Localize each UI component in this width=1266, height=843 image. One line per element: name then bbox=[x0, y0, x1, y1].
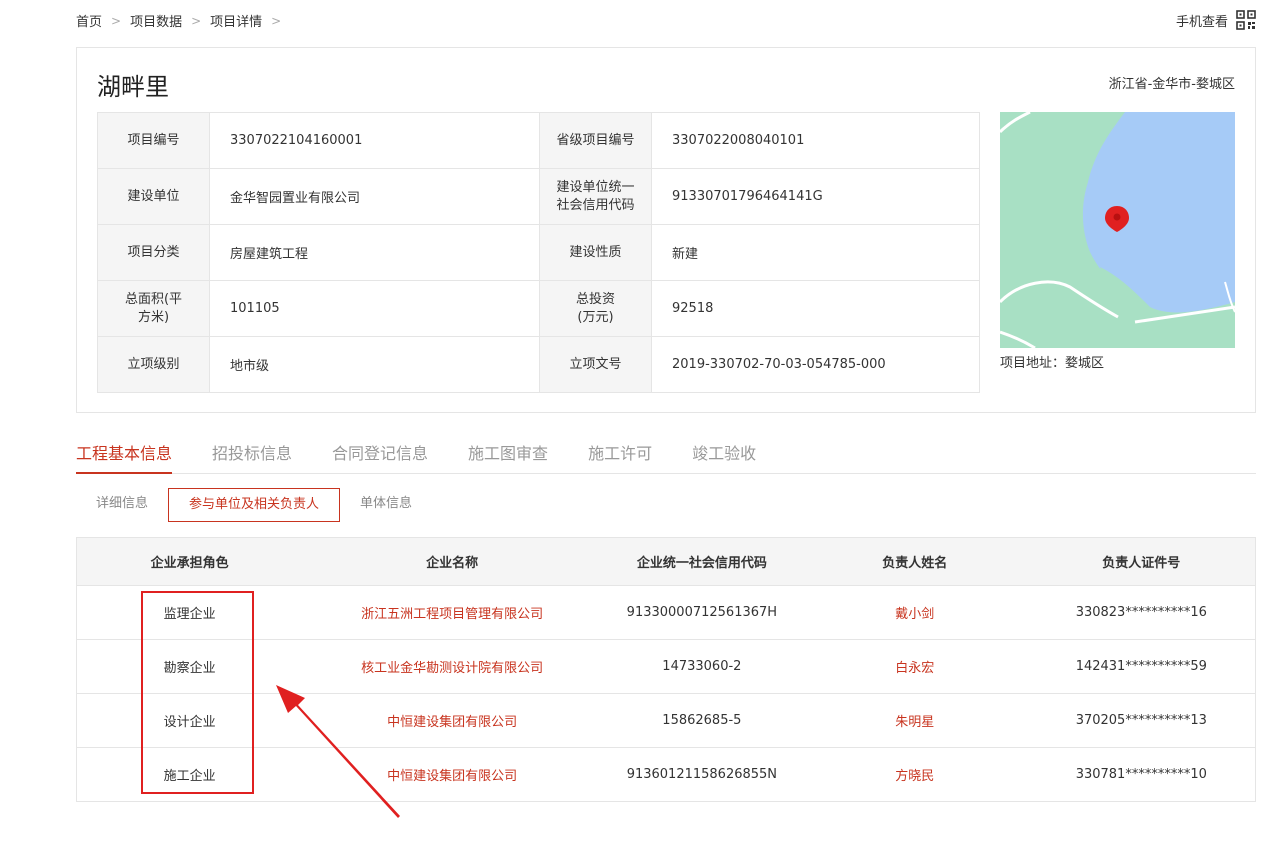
info-value: 地市级 bbox=[209, 336, 540, 393]
person-name-link[interactable]: 白永宏 bbox=[801, 639, 1028, 694]
info-label: 总面积(平方米) bbox=[97, 280, 210, 337]
column-header: 企业统一社会信用代码 bbox=[601, 537, 802, 586]
sub-tabs: 详细信息 参与单位及相关负责人 单体信息 bbox=[76, 488, 432, 522]
id-number-cell: 330823**********16 bbox=[1027, 585, 1256, 640]
credit-code-cell: 15862685-5 bbox=[601, 693, 802, 748]
info-value: 91330701796464141G bbox=[651, 168, 980, 225]
tab-construction-permit[interactable]: 施工许可 bbox=[588, 441, 652, 474]
subtab-unit-info[interactable]: 单体信息 bbox=[340, 488, 432, 522]
main-tabs: 工程基本信息 招投标信息 合同登记信息 施工图审查 施工许可 竣工验收 bbox=[76, 441, 1256, 474]
column-header: 企业承担角色 bbox=[76, 537, 303, 586]
info-value: 2019-330702-70-03-054785-000 bbox=[651, 336, 980, 393]
info-label: 建设性质 bbox=[539, 224, 652, 281]
info-label: 建设单位 bbox=[97, 168, 210, 225]
breadcrumb-project-data[interactable]: 项目数据 bbox=[130, 11, 182, 30]
info-label: 省级项目编号 bbox=[539, 112, 652, 169]
column-header: 负责人证件号 bbox=[1027, 537, 1256, 586]
breadcrumb-home[interactable]: 首页 bbox=[76, 11, 102, 30]
table-row: 施工企业 中恒建设集团有限公司 91360121158626855N 方晓民 3… bbox=[76, 747, 1256, 802]
company-name-link[interactable]: 中恒建设集团有限公司 bbox=[302, 747, 602, 802]
id-number-cell: 142431**********59 bbox=[1027, 639, 1256, 694]
participating-units-table: 企业承担角色 企业名称 企业统一社会信用代码 负责人姓名 负责人证件号 监理企业… bbox=[76, 537, 1256, 802]
chevron-right-icon: > bbox=[271, 13, 282, 28]
person-name-link[interactable]: 朱明星 bbox=[801, 693, 1028, 748]
info-row: 项目编号 3307022104160001 省级项目编号 33070220080… bbox=[97, 112, 980, 169]
info-label: 项目分类 bbox=[97, 224, 210, 281]
project-info-table: 项目编号 3307022104160001 省级项目编号 33070220080… bbox=[97, 112, 980, 393]
info-value: 金华智园置业有限公司 bbox=[209, 168, 540, 225]
info-row: 项目分类 房屋建筑工程 建设性质 新建 bbox=[97, 224, 980, 281]
info-value: 房屋建筑工程 bbox=[209, 224, 540, 281]
person-name-link[interactable]: 方晓民 bbox=[801, 747, 1028, 802]
credit-code-cell: 91360121158626855N bbox=[601, 747, 802, 802]
role-cell: 监理企业 bbox=[76, 585, 303, 640]
column-header: 负责人姓名 bbox=[801, 537, 1028, 586]
role-cell: 设计企业 bbox=[76, 693, 303, 748]
tab-basic-info[interactable]: 工程基本信息 bbox=[76, 441, 173, 474]
tab-bidding-info[interactable]: 招投标信息 bbox=[212, 441, 292, 474]
role-cell: 施工企业 bbox=[76, 747, 303, 802]
info-label: 建设单位统一社会信用代码 bbox=[539, 168, 652, 225]
info-label: 总投资(万元) bbox=[539, 280, 652, 337]
map-address: 项目地址：婺城区 bbox=[1000, 356, 1105, 371]
page-title: 湖畔里 bbox=[97, 73, 169, 101]
subtab-detail-info[interactable]: 详细信息 bbox=[76, 488, 168, 522]
info-value: 3307022008040101 bbox=[651, 112, 980, 169]
map-graphic bbox=[1000, 112, 1235, 348]
tab-drawing-review[interactable]: 施工图审查 bbox=[468, 441, 548, 474]
breadcrumb: 首页 > 项目数据 > 项目详情 > bbox=[76, 11, 290, 31]
info-value: 92518 bbox=[651, 280, 980, 337]
info-row: 总面积(平方米) 101105 总投资(万元) 92518 bbox=[97, 280, 980, 337]
breadcrumb-project-detail[interactable]: 项目详情 bbox=[210, 11, 262, 30]
info-value: 3307022104160001 bbox=[209, 112, 540, 169]
company-name-link[interactable]: 核工业金华勘测设计院有限公司 bbox=[302, 639, 602, 694]
project-region: 浙江省-金华市-婺城区 bbox=[1108, 77, 1235, 92]
id-number-cell: 330781**********10 bbox=[1027, 747, 1256, 802]
info-label: 立项级别 bbox=[97, 336, 210, 393]
info-value: 新建 bbox=[651, 224, 980, 281]
id-number-cell: 370205**********13 bbox=[1027, 693, 1256, 748]
credit-code-cell: 9133000071256136​7H bbox=[601, 585, 802, 640]
project-map[interactable] bbox=[1000, 112, 1235, 348]
info-row: 立项级别 地市级 立项文号 2019-330702-70-03-054785-0… bbox=[97, 336, 980, 393]
info-row: 建设单位 金华智园置业有限公司 建设单位统一社会信用代码 91330701796… bbox=[97, 168, 980, 225]
table-row: 监理企业 浙江五洲工程项目管理有限公司 9133000071256136​7H … bbox=[76, 585, 1256, 640]
chevron-right-icon: > bbox=[191, 13, 202, 28]
mobile-view-label: 手机查看 bbox=[1175, 14, 1228, 30]
chevron-right-icon: > bbox=[111, 13, 122, 28]
mobile-view-button[interactable]: 手机查看 bbox=[1176, 10, 1256, 30]
info-label: 项目编号 bbox=[97, 112, 210, 169]
subtab-participating-units[interactable]: 参与单位及相关负责人 bbox=[168, 488, 341, 522]
table-row: 设计企业 中恒建设集团有限公司 15862685-5 朱明星 370205***… bbox=[76, 693, 1256, 748]
table-row: 勘察企业 核工业金华勘测设计院有限公司 14733060-2 白永宏 14243… bbox=[76, 639, 1256, 694]
qr-code-icon bbox=[1236, 10, 1256, 30]
credit-code-cell: 14733060-2 bbox=[601, 639, 802, 694]
tab-contract-registration[interactable]: 合同登记信息 bbox=[332, 441, 428, 474]
tab-completion-acceptance[interactable]: 竣工验收 bbox=[692, 441, 756, 474]
company-name-link[interactable]: 浙江五洲工程项目管理有限公司 bbox=[302, 585, 602, 640]
person-name-link[interactable]: 戴小剑 bbox=[801, 585, 1028, 640]
role-cell: 勘察企业 bbox=[76, 639, 303, 694]
company-name-link[interactable]: 中恒建设集团有限公司 bbox=[302, 693, 602, 748]
table-header-row: 企业承担角色 企业名称 企业统一社会信用代码 负责人姓名 负责人证件号 bbox=[76, 537, 1256, 586]
info-label: 立项文号 bbox=[539, 336, 652, 393]
column-header: 企业名称 bbox=[302, 537, 602, 586]
project-card: 湖畔里 浙江省-金华市-婺城区 项目编号 3307022104160001 省级… bbox=[76, 47, 1256, 413]
info-value: 101105 bbox=[209, 280, 540, 337]
